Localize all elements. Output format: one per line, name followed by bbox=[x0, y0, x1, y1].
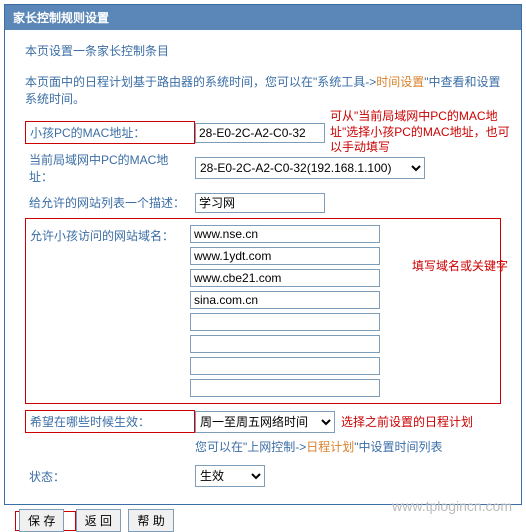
back-button[interactable]: 返 回 bbox=[76, 509, 121, 532]
lan-mac-label: 当前局域网中PC的MAC地址： bbox=[25, 149, 195, 187]
schedule-select[interactable]: 周一至周五网络时间 bbox=[195, 411, 335, 433]
schedule-annotation: 选择之前设置的日程计划 bbox=[341, 413, 473, 430]
intro-line2-before: 本页面中的日程计划基于路由器的系统时间，您可以在"系统工具-> bbox=[25, 75, 376, 89]
allowed-domain-input-4[interactable] bbox=[190, 313, 380, 331]
allowed-domain-input-5[interactable] bbox=[190, 335, 380, 353]
allowed-domain-input-3[interactable] bbox=[190, 291, 380, 309]
description-label: 给允许的网站列表一个描述： bbox=[25, 192, 195, 213]
schedule-plan-link[interactable]: 日程计划 bbox=[306, 440, 354, 454]
schedule-note: 您可以在"上网控制->日程计划"中设置时间列表 bbox=[195, 438, 501, 455]
allowed-domain-input-0[interactable] bbox=[190, 225, 380, 243]
schedule-label: 希望在哪些时候生效： bbox=[25, 410, 195, 433]
watermark: www.tplogincn.com bbox=[392, 498, 512, 514]
help-button[interactable]: 帮 助 bbox=[128, 509, 173, 532]
child-mac-input[interactable] bbox=[195, 123, 325, 143]
allowed-domain-input-2[interactable] bbox=[190, 269, 380, 287]
time-settings-link[interactable]: 时间设置 bbox=[376, 75, 424, 89]
allowed-inputs-group bbox=[190, 225, 380, 397]
child-mac-label: 小孩PC的MAC地址： bbox=[25, 121, 195, 144]
description-row: 给允许的网站列表一个描述： bbox=[25, 192, 501, 213]
allowed-row: 允许小孩访问的网站域名： bbox=[30, 225, 496, 397]
settings-panel: 家长控制规则设置 本页设置一条家长控制条目 本页面中的日程计划基于路由器的系统时… bbox=[4, 4, 522, 505]
allowed-domains-section: 允许小孩访问的网站域名： bbox=[25, 218, 501, 404]
allowed-domain-input-6[interactable] bbox=[190, 357, 380, 375]
schedule-row: 希望在哪些时候生效： 周一至周五网络时间 选择之前设置的日程计划 bbox=[25, 410, 501, 433]
save-button[interactable]: 保 存 bbox=[19, 509, 64, 532]
mac-annotation: 可从"当前局域网中PC的MAC地址"选择小孩PC的MAC地址，也可以手动填写 bbox=[330, 109, 520, 156]
allowed-domains-label: 允许小孩访问的网站域名： bbox=[30, 225, 190, 244]
lan-mac-select[interactable]: 28-E0-2C-A2-C0-32(192.168.1.100) bbox=[195, 157, 425, 179]
domain-annotation: 填写域名或关键字 bbox=[412, 259, 522, 275]
schedule-note-after: "中设置时间列表 bbox=[354, 440, 442, 454]
allowed-domain-input-7[interactable] bbox=[190, 379, 380, 397]
save-highlight: 保 存 bbox=[15, 511, 76, 531]
allowed-domain-input-1[interactable] bbox=[190, 247, 380, 265]
intro-line1: 本页设置一条家长控制条目 bbox=[25, 42, 501, 59]
status-row: 状态： 生效 bbox=[25, 465, 501, 487]
panel-body: 本页设置一条家长控制条目 本页面中的日程计划基于路由器的系统时间，您可以在"系统… bbox=[5, 30, 521, 504]
status-label: 状态： bbox=[25, 466, 195, 487]
panel-title: 家长控制规则设置 bbox=[5, 5, 521, 30]
status-select[interactable]: 生效 bbox=[195, 465, 265, 487]
schedule-note-before: 您可以在"上网控制-> bbox=[195, 440, 306, 454]
description-input[interactable] bbox=[195, 193, 325, 213]
intro-line2: 本页面中的日程计划基于路由器的系统时间，您可以在"系统工具->时间设置"中查看和… bbox=[25, 73, 501, 107]
